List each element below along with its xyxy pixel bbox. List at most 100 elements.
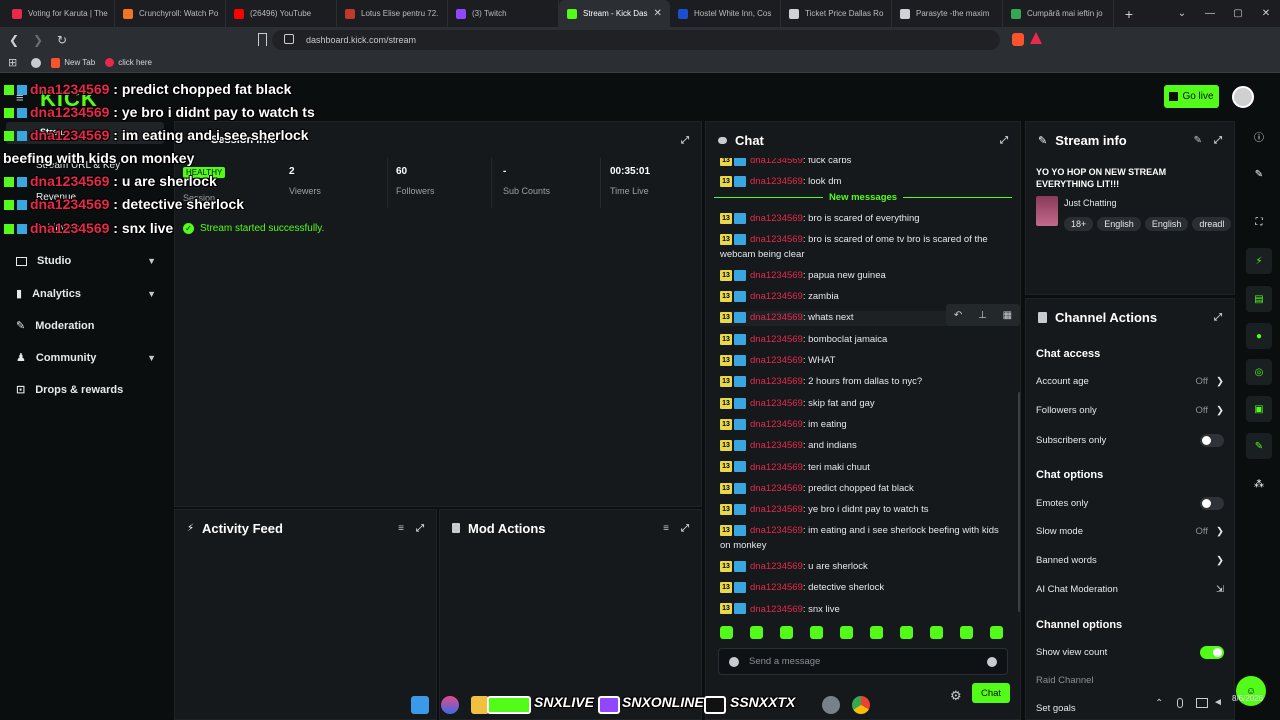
emote-icon[interactable]	[780, 626, 793, 639]
chat-username[interactable]: dna1234569	[750, 504, 803, 515]
emote-icon[interactable]	[750, 626, 763, 639]
emoji-smile-icon[interactable]	[729, 657, 739, 667]
taskbar-clock[interactable]: 8/6/2026	[1232, 694, 1263, 704]
emote-icon[interactable]	[930, 626, 943, 639]
browser-tab[interactable]: Parasyte -the maxim	[892, 0, 1003, 27]
chat-message[interactable]: 13 dna1234569: bro is scared of everythin…	[720, 212, 1008, 227]
chat-username[interactable]: dna1234569	[750, 525, 803, 536]
user-avatar[interactable]	[1232, 86, 1254, 108]
emote-icon[interactable]	[990, 626, 1003, 639]
volume-tray-icon[interactable]: ◄	[1213, 697, 1223, 708]
chat-message[interactable]: 13 dna1234569: bomboclat jamaica	[720, 333, 1008, 348]
stream-tag[interactable]: dreadl	[1192, 217, 1232, 231]
expand-icon[interactable]: ⤢	[416, 523, 424, 534]
chat-message[interactable]: 13 dna1234569: u are sherlock	[720, 560, 1008, 575]
tab-search-icon[interactable]: ⌄	[1168, 0, 1196, 27]
close-tab-icon[interactable]: ✕	[653, 8, 661, 19]
browser-tab[interactable]: Cumpără mai ieftin jo	[1003, 0, 1114, 27]
expand-corners-icon[interactable]: ⛶	[1246, 209, 1272, 235]
sidebar-item-studio[interactable]: Studio ▼	[16, 255, 156, 267]
tiktok-app-icon[interactable]	[704, 696, 726, 714]
edit-icon[interactable]: ✎	[1246, 161, 1272, 187]
forward-button[interactable]: ❯	[28, 33, 48, 47]
twitch-app-icon[interactable]	[598, 696, 620, 714]
chat-username[interactable]: dna1234569	[750, 419, 803, 430]
chat-scrollbar[interactable]	[1018, 392, 1020, 612]
chat-username[interactable]: dna1234569	[750, 176, 803, 187]
followers-only-row[interactable]: Followers only Off ❯	[1036, 405, 1224, 416]
sidebar-item-drops-rewards[interactable]: ⊡ Drops & rewards	[16, 383, 156, 397]
browser-tab[interactable]: Lotus Elise pentru 72.	[337, 0, 448, 27]
chat-message[interactable]: 13 dna1234569: predict chopped fat black	[720, 482, 1008, 497]
apps-grid-icon[interactable]: ⊞	[8, 56, 17, 69]
subscribers-only-toggle[interactable]	[1200, 434, 1224, 447]
emote-icon[interactable]	[720, 626, 733, 639]
chat-username[interactable]: dna1234569	[750, 440, 803, 451]
clipboard-rail-icon[interactable]: ▤	[1246, 286, 1272, 312]
show-view-count-toggle[interactable]	[1200, 646, 1224, 659]
windows-start-icon[interactable]	[411, 696, 429, 714]
chat-message[interactable]: 13 dna1234569: detective sherlock	[720, 581, 1008, 596]
bolt-rail-icon[interactable]: ⚡	[1246, 248, 1272, 274]
pin-icon[interactable]: ⊥	[978, 310, 987, 321]
mic-tray-icon[interactable]	[1177, 698, 1183, 708]
emote-icon[interactable]	[960, 626, 973, 639]
chat-message[interactable]: 13 dna1234569: im eating	[720, 418, 1008, 433]
maximize-button[interactable]: ▢	[1224, 0, 1252, 27]
browser-tab[interactable]: Ticket Price Dallas Ro	[781, 0, 892, 27]
chat-rail-icon[interactable]: ●	[1246, 323, 1272, 349]
chat-settings-icon[interactable]: ⚙	[950, 688, 962, 704]
brave-shield-icon[interactable]	[1012, 33, 1024, 46]
browser-tab[interactable]: Stream - Kick Das ✕	[559, 0, 670, 27]
emote-icon[interactable]	[840, 626, 853, 639]
close-window-button[interactable]: ✕	[1252, 0, 1280, 27]
browser-tab[interactable]: (26496) YouTube	[226, 0, 337, 27]
chat-username[interactable]: dna1234569	[750, 582, 803, 593]
sidebar-item-community[interactable]: ♟ Community ▼	[16, 351, 156, 365]
filter-icon[interactable]: ≡	[398, 523, 404, 534]
site-info-icon[interactable]	[284, 34, 294, 44]
bookmark-icon[interactable]	[258, 33, 267, 46]
chat-username[interactable]: dna1234569	[750, 462, 803, 473]
brave-rewards-icon[interactable]	[1030, 32, 1042, 44]
chrome-app-icon[interactable]	[852, 696, 870, 714]
raid-channel-row[interactable]: Raid Channel	[1036, 675, 1224, 686]
chat-username[interactable]: dna1234569	[750, 483, 803, 494]
wrench-rail-icon[interactable]: ✎	[1246, 433, 1272, 459]
chat-username[interactable]: dna1234569	[750, 376, 803, 387]
tray-chevron-icon[interactable]: ⌃	[1155, 698, 1163, 709]
ai-moderation-row[interactable]: AI Chat Moderation ⇲	[1036, 584, 1224, 595]
emote-icon[interactable]	[900, 626, 913, 639]
chat-username[interactable]: dna1234569	[750, 270, 803, 281]
bookmark-new-tab[interactable]: New Tab	[51, 57, 95, 68]
emote-picker-icon[interactable]	[987, 657, 997, 667]
chat-username[interactable]: dna1234569	[750, 234, 803, 245]
broadcast-rail-icon[interactable]: ◎	[1246, 359, 1272, 385]
info-icon[interactable]: ⓘ	[1246, 123, 1272, 149]
sidebar-item-analytics[interactable]: ▮ Analytics ▼	[16, 287, 156, 301]
chat-username[interactable]: dna1234569	[750, 561, 803, 572]
chat-username[interactable]: dna1234569	[750, 291, 803, 302]
chat-input[interactable]: Send a message	[718, 648, 1008, 675]
chat-message[interactable]: 13 dna1234569: teri maki chuut	[720, 461, 1008, 476]
apps-rail-icon[interactable]: ⁂	[1246, 471, 1272, 497]
chat-message[interactable]: 13 dna1234569: skip fat and gay	[720, 397, 1008, 412]
chat-username[interactable]: dna1234569	[750, 604, 803, 615]
reply-icon[interactable]: ↶	[954, 310, 962, 321]
stream-tag[interactable]: English	[1097, 217, 1141, 231]
chat-message[interactable]: 13 dna1234569: snx live	[720, 603, 1008, 618]
chat-message[interactable]: 13 dna1234569: look dm	[720, 175, 1008, 190]
back-button[interactable]: ❮	[4, 33, 24, 47]
window-rail-icon[interactable]: ▣	[1246, 396, 1272, 422]
chat-message[interactable]: 13 dna1234569: and indians	[720, 439, 1008, 454]
edit-pencil-icon[interactable]: ✎	[1194, 135, 1202, 146]
account-age-row[interactable]: Account age Off ❯	[1036, 376, 1224, 387]
banned-words-row[interactable]: Banned words ❯	[1036, 555, 1224, 566]
filter-icon[interactable]: ≡	[663, 523, 669, 534]
slow-mode-row[interactable]: Slow mode Off ❯	[1036, 526, 1224, 537]
expand-icon[interactable]: ⤢	[681, 523, 689, 534]
chat-message[interactable]: 13 dna1234569: bro is scared of ome tv br…	[720, 233, 1008, 262]
settings-app-icon[interactable]	[822, 696, 840, 714]
url-field[interactable]: dashboard.kick.com/stream	[272, 30, 1042, 50]
chat-username[interactable]: dna1234569	[750, 355, 803, 366]
